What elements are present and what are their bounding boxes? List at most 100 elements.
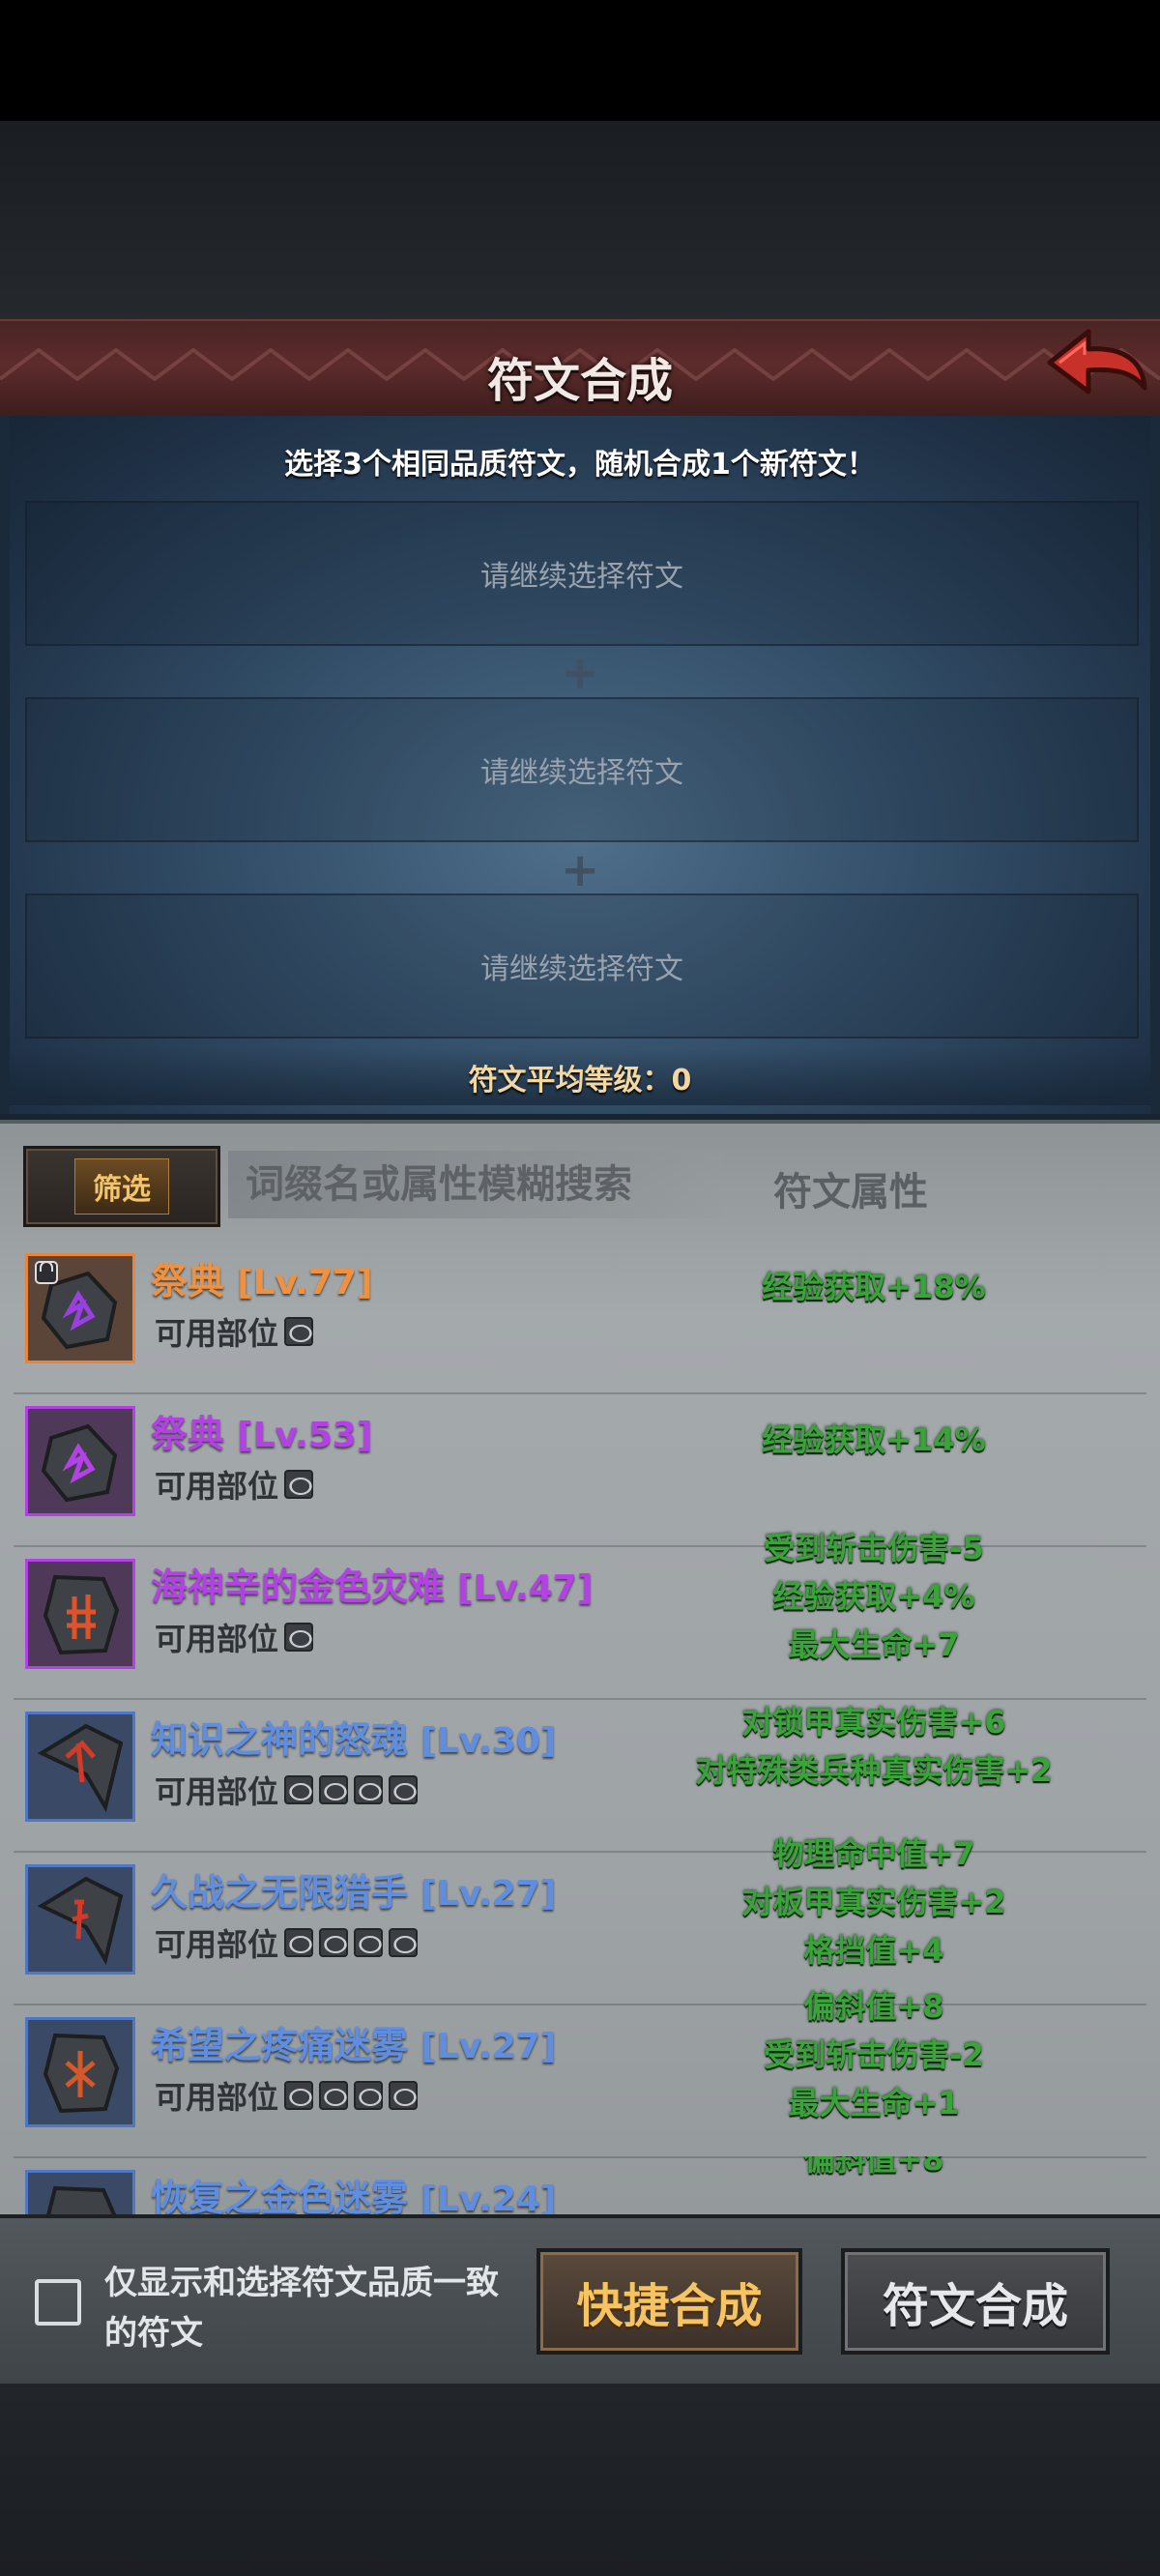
usable-parts: 可用部位 xyxy=(155,1920,419,1965)
slot-part-icon xyxy=(389,2081,419,2110)
rune-name: 希望之疼痛迷雾 [Lv.27] xyxy=(151,2015,556,2068)
rune-stone-icon xyxy=(25,1559,135,1669)
usable-parts-label: 可用部位 xyxy=(155,1773,279,1810)
rune-attributes: 物理命中值+7 对板甲真实伤害+2 格挡值+4 xyxy=(632,1830,1116,1975)
rune-symbol-icon xyxy=(43,2033,120,2114)
slot-part-icon xyxy=(389,1928,419,1957)
rune-symbol-icon xyxy=(35,1261,118,1350)
attribute-column-header: 符文属性 xyxy=(773,1170,928,1215)
quick-synthesis-button[interactable]: 快捷合成 xyxy=(536,2248,802,2355)
attribute-line: 经验获取+18% xyxy=(762,1269,986,1305)
slot-part-icon xyxy=(284,1317,314,1346)
rune-symbol-icon xyxy=(41,1423,118,1503)
rune-name-text: 恢复之金色迷雾 xyxy=(151,2177,409,2214)
rune-symbol-icon xyxy=(46,2185,117,2214)
rune-slot-3[interactable]: 请继续选择符文 xyxy=(25,893,1139,1039)
rune-row[interactable]: 恢复之金色迷雾 [Lv.24] 偏斜值+8 xyxy=(14,2156,1146,2214)
weapon-part-icon xyxy=(284,1775,314,1804)
rune-name-text: 海神辛的金色灾难 xyxy=(151,1566,446,1608)
rune-level: [Lv.53] xyxy=(237,1416,373,1455)
gauntlet-part-icon xyxy=(354,1928,384,1957)
usable-parts: 可用部位 xyxy=(155,1462,314,1507)
attribute-line: 格挡值+4 xyxy=(803,1932,944,1969)
rune-level: [Lv.77] xyxy=(237,1263,373,1303)
rune-name: 久战之无限猎手 [Lv.27] xyxy=(151,1862,556,1916)
gauntlet-part-icon xyxy=(354,1775,384,1804)
filter-button[interactable]: 筛选 xyxy=(23,1146,220,1227)
slot-part-icon xyxy=(284,1470,314,1499)
rune-symbol-icon xyxy=(37,1723,124,1813)
attribute-line: 经验获取+14% xyxy=(762,1421,986,1458)
title-bar: 符文合成 xyxy=(0,319,1160,418)
shield-part-icon xyxy=(319,1775,349,1804)
attribute-line: 对锁甲真实伤害+6 xyxy=(741,1704,1006,1741)
rune-name-text: 祭典 xyxy=(151,1260,225,1303)
slot-part-icon xyxy=(284,1623,314,1652)
attribute-line: 偏斜值+8 xyxy=(803,2156,944,2178)
usable-parts-label: 可用部位 xyxy=(155,1468,279,1505)
usable-parts-label: 可用部位 xyxy=(155,1315,279,1352)
rune-row[interactable]: 祭典 [Lv.77] 可用部位 经验获取+18% xyxy=(14,1240,1146,1394)
search-input[interactable] xyxy=(228,1151,723,1218)
back-button[interactable] xyxy=(1044,324,1150,401)
attribute-line: 物理命中值+7 xyxy=(772,1835,975,1872)
usable-parts-label: 可用部位 xyxy=(155,2079,279,2116)
background-top xyxy=(0,121,1160,319)
attribute-line: 偏斜值+8 xyxy=(803,1988,944,2025)
same-quality-checkbox[interactable] xyxy=(35,2279,81,2326)
usable-parts: 可用部位 xyxy=(155,1615,314,1659)
rune-level: [Lv.47] xyxy=(457,1568,594,1608)
rune-name-text: 希望之疼痛迷雾 xyxy=(151,2024,409,2066)
rune-stone-icon xyxy=(25,1864,135,1975)
page-title: 符文合成 xyxy=(486,354,673,408)
status-bar-area xyxy=(0,0,1160,121)
filter-button-label: 筛选 xyxy=(74,1158,169,1215)
boots-part-icon xyxy=(319,2081,349,2110)
rune-level: [Lv.24] xyxy=(420,2180,557,2214)
rune-name: 祭典 [Lv.77] xyxy=(151,1251,372,1304)
rune-row[interactable]: 希望之疼痛迷雾 [Lv.27] 可用部位 偏斜值+8 受到斩击伤害-2 最大生命… xyxy=(14,1988,1146,2158)
slot-part-icon xyxy=(389,1775,419,1804)
rune-level: [Lv.27] xyxy=(420,1874,557,1914)
shield-part-icon xyxy=(284,2081,314,2110)
gauntlet-part-icon xyxy=(354,2081,384,2110)
rune-name: 祭典 [Lv.53] xyxy=(151,1404,372,1457)
instruction-text: 选择3个相同品质符文，随机合成1个新符文！ xyxy=(284,448,876,482)
rune-symbol-icon xyxy=(43,1574,120,1655)
rune-stone-icon xyxy=(25,2017,135,2127)
average-level-text: 符文平均等级：0 xyxy=(468,1064,692,1098)
rune-stone-icon xyxy=(25,1712,135,1822)
panel-frame-left xyxy=(0,416,10,1114)
rune-level: [Lv.30] xyxy=(420,1721,557,1761)
panel-frame-right xyxy=(1150,416,1160,1114)
back-arrow-icon xyxy=(1047,329,1147,395)
rune-synthesis-button[interactable]: 符文合成 xyxy=(841,2248,1110,2355)
plus-icon: + xyxy=(561,843,600,897)
rune-row[interactable]: 海神辛的金色灾难 [Lv.47] 可用部位 受到斩击伤害-5 经验获取+4% 最… xyxy=(14,1530,1146,1700)
same-quality-checkbox-label[interactable]: 仅显示和选择符文品质一致的符文 xyxy=(104,2258,510,2358)
rune-name-text: 知识之神的怒魂 xyxy=(151,1718,409,1761)
rune-symbol-icon xyxy=(37,1876,124,1966)
usable-parts: 可用部位 xyxy=(155,1768,419,1812)
rune-name: 知识之神的怒魂 [Lv.30] xyxy=(151,1710,556,1763)
rune-name: 恢复之金色迷雾 [Lv.24] xyxy=(151,2168,556,2214)
rune-attributes: 偏斜值+8 xyxy=(632,2156,1116,2183)
usable-parts-label: 可用部位 xyxy=(155,1621,279,1657)
rune-stone-icon xyxy=(25,1253,135,1363)
attribute-line: 受到斩击伤害-2 xyxy=(764,2036,984,2073)
background-bottom xyxy=(0,2384,1160,2576)
rune-level: [Lv.27] xyxy=(420,2027,557,2066)
rune-name: 海神辛的金色灾难 [Lv.47] xyxy=(151,1557,593,1610)
attribute-line: 经验获取+4% xyxy=(772,1578,975,1615)
rune-slot-2[interactable]: 请继续选择符文 xyxy=(25,697,1139,842)
rune-attributes: 偏斜值+8 受到斩击伤害-2 最大生命+1 xyxy=(632,1982,1116,2127)
rune-name-text: 祭典 xyxy=(151,1413,225,1455)
plus-icon: + xyxy=(561,646,600,700)
rune-attributes: 经验获取+18% xyxy=(632,1263,1116,1311)
attribute-line: 最大生命+1 xyxy=(788,2085,960,2122)
attribute-line: 对特殊类兵种真实伤害+2 xyxy=(695,1752,1053,1789)
attribute-line: 对板甲真实伤害+2 xyxy=(741,1884,1006,1920)
rune-stone-icon xyxy=(25,1406,135,1516)
rune-slot-1[interactable]: 请继续选择符文 xyxy=(25,501,1139,646)
usable-parts: 可用部位 xyxy=(155,1309,314,1354)
